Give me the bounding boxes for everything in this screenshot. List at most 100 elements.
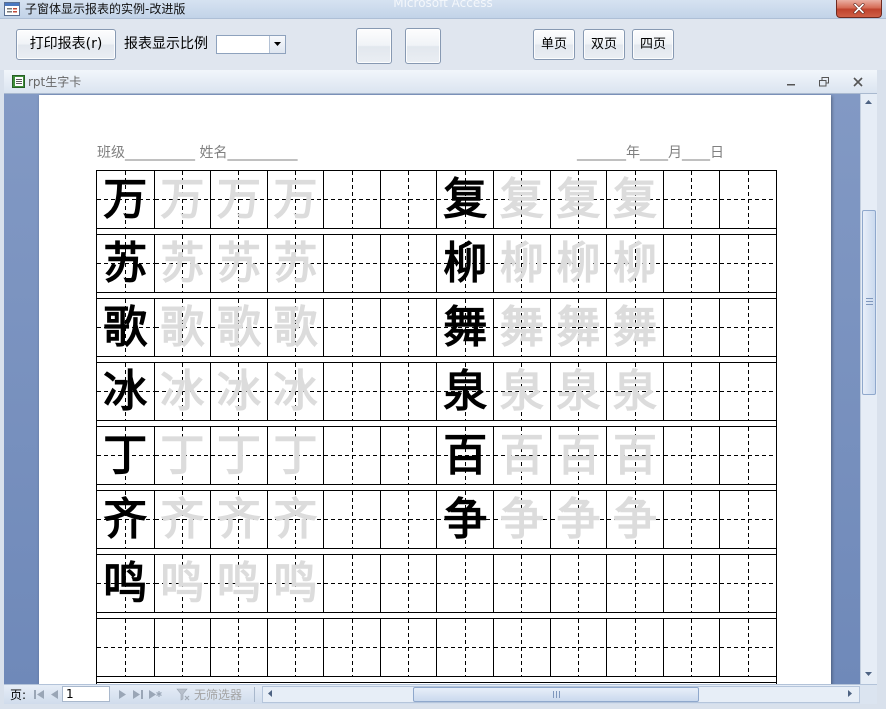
trace-character [268, 619, 324, 676]
restore-icon[interactable] [819, 77, 829, 87]
model-character-cell: 柳 [436, 235, 493, 292]
blank-practice-cell [379, 427, 437, 484]
trace-character: 冰 [216, 366, 261, 417]
trace-character-cell [266, 619, 324, 676]
trace-character: 丁 [273, 430, 318, 481]
previous-record-icon[interactable] [48, 689, 60, 700]
blank-button-1[interactable] [356, 28, 392, 64]
model-character [437, 619, 493, 676]
blank-practice-cell [719, 363, 776, 420]
report-window-title: rpt生字卡 [28, 75, 82, 89]
trace-character: 冰 [160, 366, 205, 417]
trace-character [211, 619, 267, 676]
window-close-button[interactable] [836, 0, 882, 18]
trace-character-cell: 苏 [153, 235, 211, 292]
zoom-label: 报表显示比例 [124, 36, 208, 52]
trace-character: 争 [556, 494, 601, 545]
model-character: 万 [103, 174, 148, 225]
blank-practice-cell [379, 299, 437, 356]
trace-character: 歌 [216, 302, 261, 353]
scroll-left-button[interactable] [263, 687, 279, 702]
trace-character-cell: 百 [493, 427, 550, 484]
trace-character-cell: 柳 [493, 235, 550, 292]
grid-row: 冰冰冰冰泉泉泉泉 [96, 362, 777, 421]
form-icon [4, 2, 20, 16]
trace-character-cell: 柳 [606, 235, 663, 292]
page-label: 页: [10, 688, 27, 702]
blank-practice-cell [323, 235, 380, 292]
zoom-combobox[interactable] [216, 35, 286, 54]
grid-row: 万万万万复复复复 [96, 170, 777, 229]
trace-character: 齐 [273, 494, 318, 545]
horizontal-scroll-thumb[interactable] [413, 687, 699, 702]
trace-character-cell: 鸣 [153, 555, 211, 612]
trace-character: 苏 [160, 238, 205, 289]
trace-character-cell [493, 555, 550, 612]
trace-character: 歌 [273, 302, 318, 353]
trace-character: 鸣 [273, 558, 318, 609]
blank-practice-cell [379, 171, 437, 228]
vertical-scroll-thumb[interactable] [862, 210, 876, 395]
minimize-icon[interactable] [786, 77, 796, 87]
single-page-button[interactable]: 单页 [533, 29, 575, 60]
next-record-icon[interactable] [117, 689, 129, 700]
trace-character: 柳 [613, 238, 658, 289]
page-number-input[interactable] [62, 686, 110, 702]
model-character: 歌 [103, 302, 148, 353]
trace-character: 泉 [556, 366, 601, 417]
four-page-button[interactable]: 四页 [632, 29, 674, 60]
trace-character-cell: 万 [210, 171, 267, 228]
trace-character [494, 619, 550, 676]
blank-practice-cell [323, 491, 380, 548]
record-navigation-bar: 页: 无筛选器 [4, 684, 877, 704]
filter-status[interactable]: 无筛选器 [194, 688, 242, 702]
trace-character-cell: 百 [606, 427, 663, 484]
model-character: 复 [443, 174, 488, 225]
trace-character: 柳 [556, 238, 601, 289]
model-character-cell: 舞 [436, 299, 493, 356]
trace-character-cell: 争 [549, 491, 607, 548]
zoom-dropdown-button[interactable] [269, 36, 285, 53]
model-character-cell [436, 619, 493, 676]
trace-character: 柳 [499, 238, 544, 289]
trace-character-cell: 舞 [549, 299, 607, 356]
model-character-cell: 百 [436, 427, 493, 484]
blank-practice-cell [719, 619, 776, 676]
print-report-button[interactable]: 打印报表(r) [16, 29, 116, 60]
trace-character: 齐 [216, 494, 261, 545]
blank-practice-cell [662, 491, 720, 548]
grid-row: 苏苏苏苏柳柳柳柳 [96, 234, 777, 293]
first-record-icon[interactable] [33, 689, 45, 700]
trace-character: 争 [613, 494, 658, 545]
report-icon [12, 75, 25, 88]
trace-character-cell: 争 [493, 491, 550, 548]
scroll-up-button[interactable] [861, 95, 877, 111]
trace-character-cell: 百 [549, 427, 607, 484]
trace-character-cell: 复 [549, 171, 607, 228]
new-record-icon[interactable] [148, 689, 162, 700]
two-page-button[interactable]: 双页 [583, 29, 625, 60]
trace-character: 鸣 [160, 558, 205, 609]
vertical-scrollbar[interactable] [860, 94, 877, 684]
trace-character-cell: 冰 [210, 363, 267, 420]
report-subform-window: rpt生字卡 班级__________ 姓名__________ _______… [4, 70, 877, 704]
scroll-right-button[interactable] [843, 687, 859, 702]
filter-icon[interactable] [176, 688, 190, 701]
trace-character-cell: 冰 [153, 363, 211, 420]
trace-character-cell: 泉 [549, 363, 607, 420]
trace-character-cell [606, 619, 663, 676]
blank-button-2[interactable] [405, 28, 441, 64]
trace-character-cell: 齐 [153, 491, 211, 548]
last-record-icon[interactable] [132, 689, 144, 700]
model-character [437, 555, 493, 612]
horizontal-scrollbar[interactable] [262, 686, 860, 703]
trace-character-cell [549, 619, 607, 676]
trace-character-cell [493, 619, 550, 676]
grid-row: 齐齐齐齐争争争争 [96, 490, 777, 549]
scroll-down-button[interactable] [861, 667, 877, 683]
trace-character: 复 [499, 174, 544, 225]
blank-practice-cell [719, 235, 776, 292]
model-character-cell: 丁 [97, 427, 154, 484]
model-character: 舞 [443, 302, 488, 353]
close-icon[interactable] [853, 77, 863, 87]
